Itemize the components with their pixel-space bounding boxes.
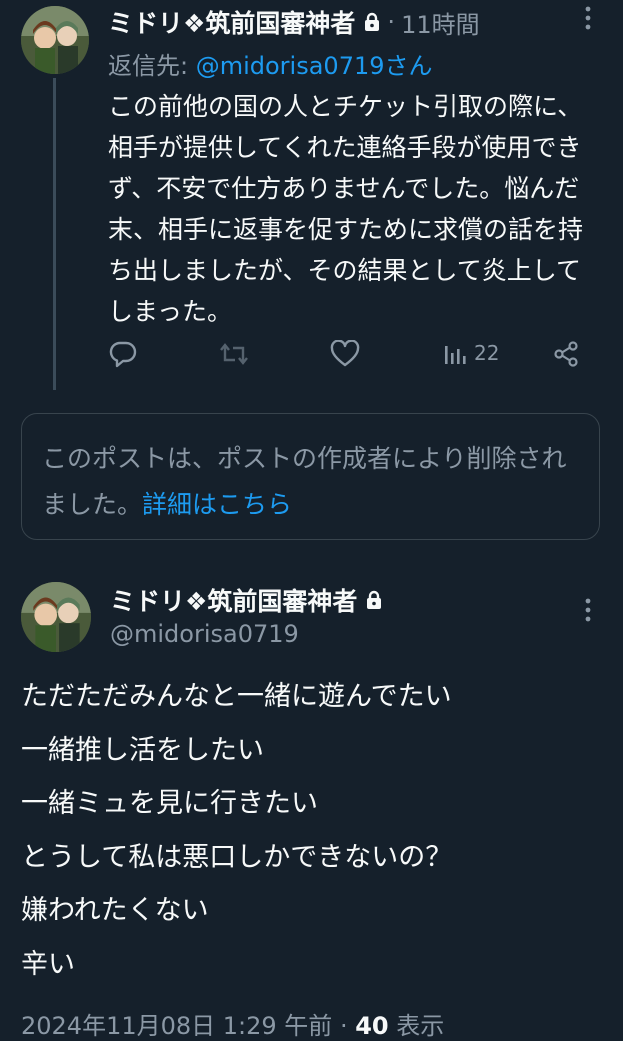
share-button[interactable] <box>552 340 580 368</box>
repost-button[interactable] <box>218 340 250 368</box>
reply-button[interactable] <box>108 340 138 368</box>
author-name[interactable]: ミドリ❖筑前国審神者 <box>108 4 355 40</box>
views-button[interactable]: 22 <box>442 340 499 366</box>
like-button[interactable] <box>330 340 360 368</box>
tweet-date[interactable]: 2024年11月08日 1:29 午前 <box>21 1012 332 1040</box>
reply-to-suffix: さん <box>384 52 433 80</box>
reply-to-line: 返信先: @midorisa0719さん <box>108 46 433 81</box>
author-handle[interactable]: @midorisa0719 <box>110 620 299 648</box>
reply-icon <box>109 341 137 368</box>
repost-icon <box>220 343 248 365</box>
tweet-line: 一緒ミュを見に行きたい <box>21 788 318 819</box>
tweet-line: 一緒推し活をしたい <box>21 734 264 766</box>
like-icon <box>330 340 360 367</box>
avatar-image <box>21 6 89 74</box>
footer-views-count: 40 <box>355 1012 389 1040</box>
action-bar: 22 <box>108 340 588 376</box>
views-icon <box>445 346 466 364</box>
avatar-image <box>21 582 91 652</box>
tweet-line: 辛い <box>21 948 75 980</box>
avatar[interactable] <box>21 6 89 74</box>
tweet-line: とうして私は悪口しかできないの？ <box>21 841 453 873</box>
views-count: 22 <box>474 341 500 365</box>
time-separator: · <box>387 8 396 36</box>
footer-separator: · <box>332 1012 356 1040</box>
share-icon <box>554 341 578 367</box>
main-tweet-text: ただただみんなと一緒に遊んでたい 一緒推し活をしたい 一緒ミュを見に行きたい と… <box>21 670 601 991</box>
deleted-notice-text: このポストは、ポストの作成者により削除されました。 <box>42 444 567 519</box>
details-link[interactable]: 詳細はこちら <box>142 490 292 519</box>
deleted-post-notice: このポストは、ポストの作成者により削除されました。詳細はこちら <box>21 413 600 540</box>
thread-line <box>53 78 56 390</box>
more-options-icon[interactable] <box>576 6 600 35</box>
tweet-line: 嫌われたくない <box>21 895 209 926</box>
reply-header: ミドリ❖筑前国審神者 · 11時間 <box>108 4 480 40</box>
reply-to-handle[interactable]: @midorisa0719 <box>196 52 385 80</box>
tweet-line: ただただみんなと一緒に遊んでたい <box>21 681 452 712</box>
lock-icon <box>363 12 381 32</box>
author-name[interactable]: ミドリ❖筑前国審神者 <box>110 582 357 618</box>
reply-to-prefix: 返信先: <box>108 52 196 80</box>
lock-icon <box>365 590 383 610</box>
more-options-icon[interactable] <box>576 598 600 627</box>
avatar[interactable] <box>21 582 91 652</box>
footer-views-label: 表示 <box>388 1012 445 1040</box>
timestamp[interactable]: 11時間 <box>401 5 480 40</box>
main-tweet-header: ミドリ❖筑前国審神者 <box>110 582 383 618</box>
reply-tweet-text: この前他の国の人とチケット引取の際に、相手が提供してくれた連絡手段が使用できず、… <box>108 92 584 326</box>
